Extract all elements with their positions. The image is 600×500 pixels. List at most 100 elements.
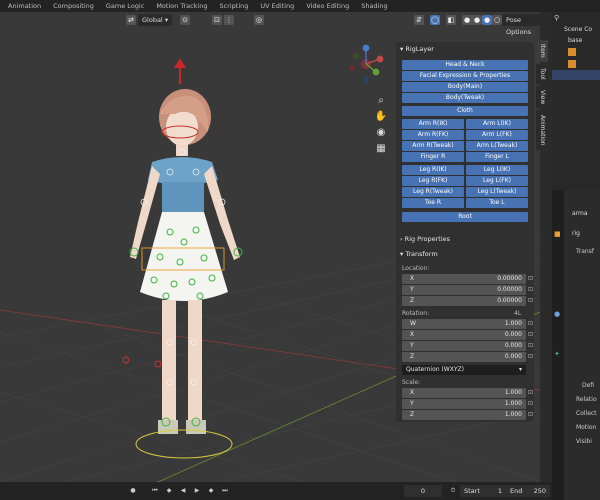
- outliner-scene-collection[interactable]: Scene Co: [564, 26, 592, 33]
- record-icon[interactable]: ●: [128, 485, 138, 497]
- pose-options-dropdown[interactable]: Pose Options: [502, 14, 540, 36]
- snap-icon[interactable]: ⊡: [212, 15, 222, 25]
- workspace-tab-compositing[interactable]: Compositing: [47, 0, 100, 12]
- physics-icon[interactable]: ●: [554, 310, 560, 318]
- constraint-icon[interactable]: ✦: [554, 350, 560, 358]
- leg-r-tweak-button[interactable]: Leg R(Tweak): [402, 187, 464, 197]
- rotation-mode-select[interactable]: Quaternion (WXYZ) ▾: [402, 365, 526, 375]
- prev-keyframe-icon[interactable]: ◆: [164, 485, 174, 497]
- bone-name[interactable]: rig: [572, 230, 580, 237]
- lock-icon[interactable]: ⊡: [528, 319, 533, 329]
- cloth-button[interactable]: Cloth: [402, 106, 528, 116]
- arm-r-ik-button[interactable]: Arm R(IK): [402, 119, 464, 129]
- root-button[interactable]: Root: [402, 212, 528, 222]
- leg-r-ik-button[interactable]: Leg R(IK): [402, 165, 464, 175]
- lock-icon[interactable]: ⊡: [528, 410, 533, 420]
- rotation-4l-label[interactable]: 4L: [514, 310, 521, 317]
- pan-hand-icon[interactable]: ✋: [374, 110, 388, 124]
- next-keyframe-icon[interactable]: ◆: [206, 485, 216, 497]
- clock-icon[interactable]: ⏱: [448, 485, 458, 497]
- leg-l-tweak-button[interactable]: Leg L(Tweak): [466, 187, 528, 197]
- scale-z-field[interactable]: Z 1.000: [402, 410, 526, 420]
- rig-properties-header[interactable]: › Rig Properties: [396, 232, 534, 246]
- arm-r-fk-button[interactable]: Arm R(FK): [402, 130, 464, 140]
- facial-expression-button[interactable]: Facial Expression & Properties: [402, 71, 528, 81]
- lock-icon[interactable]: ⊡: [528, 296, 533, 306]
- lock-icon[interactable]: ⊡: [528, 330, 533, 340]
- armature-icon[interactable]: [568, 48, 576, 56]
- camera-view-icon[interactable]: ◉: [374, 126, 388, 140]
- transform-header[interactable]: ▾ Transform: [396, 247, 534, 261]
- 3d-viewport[interactable]: ⇄ Global ▾ ⊙ ⊡ ⋮ ◎ ⇵ ◯ ◧ ● ● ● ○ Pose Op…: [0, 12, 540, 490]
- location-x-field[interactable]: X 0.00000: [402, 274, 526, 284]
- location-y-field[interactable]: Y 0.00000: [402, 285, 526, 295]
- scale-x-field[interactable]: X 1.000: [402, 388, 526, 398]
- arm-l-ik-button[interactable]: Arm L(IK): [466, 119, 528, 129]
- jump-end-icon[interactable]: ⏭: [220, 485, 230, 497]
- rotation-z-field[interactable]: Z 0.000: [402, 352, 526, 362]
- shading-solid-icon[interactable]: ●: [472, 15, 482, 25]
- end-frame-field[interactable]: End 250: [506, 485, 550, 497]
- leg-l-ik-button[interactable]: Leg L(IK): [466, 165, 528, 175]
- workspace-tab-animation[interactable]: Animation: [2, 0, 47, 12]
- rotation-y-field[interactable]: Y 0.000: [402, 341, 526, 351]
- head-neck-button[interactable]: Head & Neck: [402, 60, 528, 70]
- proportional-icon[interactable]: ◎: [254, 15, 264, 25]
- workspace-tab-shading[interactable]: Shading: [355, 0, 393, 12]
- workspace-tab-video-editing[interactable]: Video Editing: [300, 0, 355, 12]
- object-properties-icon[interactable]: ■: [554, 230, 561, 238]
- finger-r-button[interactable]: Finger R: [402, 152, 464, 162]
- arm-l-fk-button[interactable]: Arm L(FK): [466, 130, 528, 140]
- rotation-x-field[interactable]: X 0.000: [402, 330, 526, 340]
- jump-start-icon[interactable]: ⏮: [150, 485, 160, 497]
- lock-icon[interactable]: ⊡: [528, 285, 533, 295]
- section-relations[interactable]: Relatio: [576, 396, 597, 403]
- shading-wireframe-icon[interactable]: ●: [462, 15, 472, 25]
- scale-y-field[interactable]: Y 1.000: [402, 399, 526, 409]
- body-main-button[interactable]: Body(Main): [402, 82, 528, 92]
- lock-icon[interactable]: ⊡: [528, 388, 533, 398]
- overlays-icon[interactable]: ◯: [430, 15, 440, 25]
- location-z-field[interactable]: Z 0.00000: [402, 296, 526, 306]
- show-gizmo-icon[interactable]: ⇵: [414, 15, 424, 25]
- leg-l-fk-button[interactable]: Leg L(FK): [466, 176, 528, 186]
- transform-orientation-icon[interactable]: ⇄: [126, 15, 136, 25]
- tab-item[interactable]: Item: [536, 40, 548, 62]
- section-visibility[interactable]: Visibi: [576, 438, 592, 445]
- ortho-grid-icon[interactable]: ▦: [374, 142, 388, 156]
- transform-orientation-dropdown[interactable]: Global ▾: [138, 14, 173, 26]
- workspace-tab-game-logic[interactable]: Game Logic: [100, 0, 150, 12]
- outliner-selected-row[interactable]: [552, 70, 600, 80]
- play-reverse-icon[interactable]: ◀: [178, 485, 188, 497]
- section-collections[interactable]: Collect: [576, 410, 597, 417]
- workspace-tab-scripting[interactable]: Scripting: [213, 0, 254, 12]
- toe-l-button[interactable]: Toe L: [466, 198, 528, 208]
- leg-r-fk-button[interactable]: Leg R(FK): [402, 176, 464, 186]
- shading-material-icon[interactable]: ●: [482, 15, 492, 25]
- tab-tool[interactable]: Tool: [536, 64, 548, 84]
- character-rig-model[interactable]: [100, 52, 300, 490]
- toe-r-button[interactable]: Toe R: [402, 198, 464, 208]
- navigation-gizmo[interactable]: [342, 40, 390, 88]
- finger-l-button[interactable]: Finger L: [466, 152, 528, 162]
- lock-icon[interactable]: ⊡: [528, 341, 533, 351]
- play-icon[interactable]: ▶: [192, 485, 202, 497]
- workspace-tab-motion-tracking[interactable]: Motion Tracking: [150, 0, 213, 12]
- current-frame-field[interactable]: 0: [404, 485, 442, 497]
- workspace-tab-uv-editing[interactable]: UV Editing: [254, 0, 300, 12]
- rotation-w-field[interactable]: W 1.000: [402, 319, 526, 329]
- arm-r-tweak-button[interactable]: Arm R(Tweak): [402, 141, 464, 151]
- pivot-icon[interactable]: ⊙: [180, 15, 190, 25]
- outliner-item-base[interactable]: base: [568, 37, 582, 44]
- riglayer-panel-header[interactable]: ▾ RigLayer: [396, 42, 534, 56]
- section-motion[interactable]: Motion: [576, 424, 596, 431]
- tab-animation[interactable]: Animation: [536, 110, 548, 150]
- body-tweak-button[interactable]: Body(Tweak): [402, 93, 528, 103]
- lock-icon[interactable]: ⊡: [528, 399, 533, 409]
- shading-rendered-icon[interactable]: ○: [492, 15, 502, 25]
- lock-icon[interactable]: ⊡: [528, 352, 533, 362]
- arm-l-tweak-button[interactable]: Arm L(Tweak): [466, 141, 528, 151]
- section-transform[interactable]: Transf: [576, 248, 594, 255]
- zoom-icon[interactable]: ⌕: [374, 94, 388, 108]
- tab-view[interactable]: View: [536, 86, 548, 108]
